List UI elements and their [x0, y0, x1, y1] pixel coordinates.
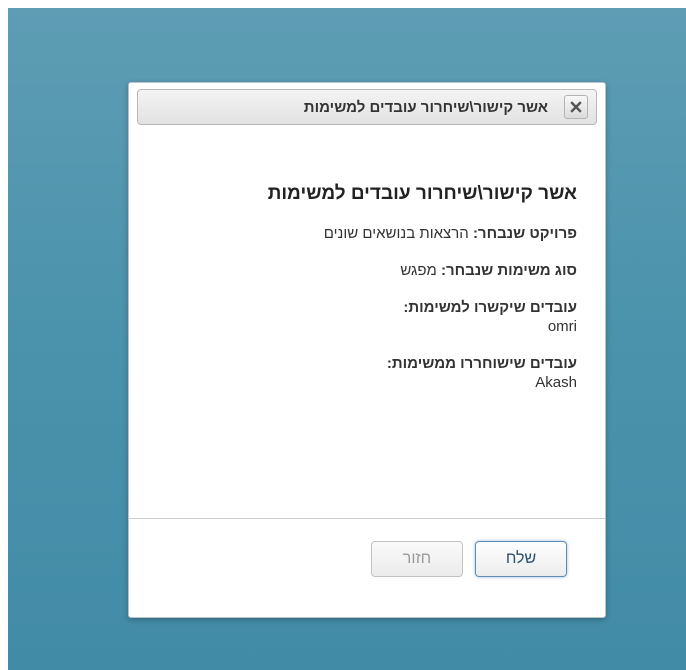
assigned-workers-value: omri	[147, 318, 577, 335]
assigned-workers-block: עובדים שיקשרו למשימות: omri	[147, 299, 577, 335]
project-value: הרצאות בנושאים שונים	[323, 225, 469, 242]
assigned-workers-label: עובדים שיקשרו למשימות:	[403, 299, 577, 316]
released-workers-block: עובדים שישוחררו ממשימות: Akash	[147, 355, 577, 391]
back-button[interactable]: חזור	[371, 541, 463, 577]
confirm-dialog: אשר קישור\שיחרור עובדים למשימות אשר קישו…	[128, 82, 606, 618]
task-type-value: מפגש	[400, 262, 437, 279]
dialog-title: אשר קישור\שיחרור עובדים למשימות	[303, 99, 548, 116]
released-worker-name: Akash	[535, 374, 577, 391]
close-button[interactable]	[564, 95, 588, 119]
project-row: פרויקט שנבחר: הרצאות בנושאים שונים	[147, 225, 577, 242]
dialog-heading: אשר קישור\שיחרור עובדים למשימות	[267, 183, 577, 204]
close-icon	[570, 101, 582, 113]
released-workers-value: Akash	[147, 374, 577, 391]
project-label: פרויקט שנבחר:	[472, 225, 577, 242]
dialog-titlebar: אשר קישור\שיחרור עובדים למשימות	[137, 89, 597, 125]
send-button[interactable]: שלח	[475, 541, 567, 577]
task-type-label: סוג משימות שנבחר:	[440, 262, 577, 279]
dialog-content: אשר קישור\שיחרור עובדים למשימות פרויקט ש…	[147, 183, 577, 391]
released-workers-label: עובדים שישוחררו ממשימות:	[386, 355, 577, 372]
assigned-worker-name: omri	[547, 318, 577, 335]
task-type-row: סוג משימות שנבחר: מפגש	[147, 262, 577, 279]
footer-divider	[129, 518, 605, 519]
